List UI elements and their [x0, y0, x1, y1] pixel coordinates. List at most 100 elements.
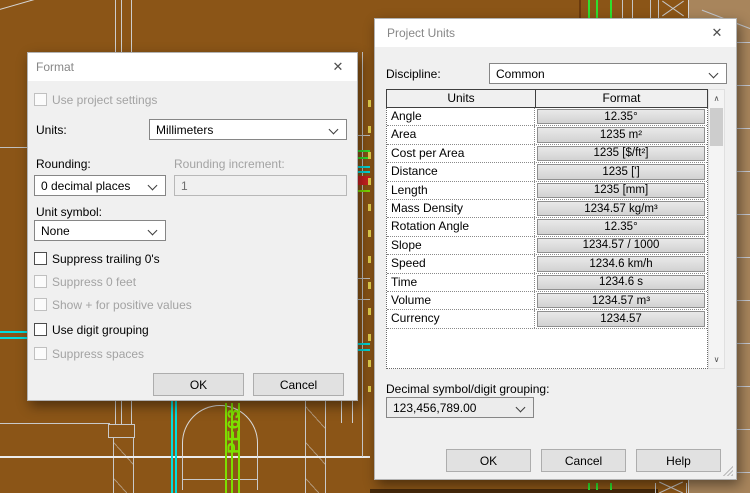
pipe-line-cyan	[175, 401, 177, 493]
table-row: Length 1235 [mm]	[387, 181, 707, 200]
pipe-line-green	[596, 0, 598, 18]
chevron-down-icon	[515, 402, 526, 413]
cancel-button[interactable]: Cancel	[541, 449, 626, 472]
project-units-titlebar[interactable]: Project Units ✕	[375, 19, 736, 47]
dashed-line-yellow	[368, 100, 371, 392]
decimal-grouping-dropdown[interactable]: 123,456,789.00	[386, 397, 534, 418]
wall-line	[341, 401, 342, 423]
checkbox-box	[34, 275, 47, 288]
cancel-button[interactable]: Cancel	[253, 373, 344, 396]
unit-name: Volume	[387, 291, 535, 310]
wall-line	[121, 401, 122, 424]
format-value-button[interactable]: 1234.6 km/h	[537, 256, 705, 272]
wall-line	[115, 401, 116, 424]
pipe-line-cyan	[0, 337, 27, 339]
table-row: Currency 1234.57	[387, 310, 707, 329]
table-row: Time 1234.6 s	[387, 273, 707, 292]
wall-line	[182, 458, 183, 490]
units-label: Units:	[36, 123, 67, 137]
wall-line	[579, 0, 581, 18]
discipline-dropdown[interactable]: Common	[489, 63, 727, 84]
pipe-line-green	[610, 483, 612, 490]
table-row: Rotation Angle 12.35°	[387, 218, 707, 237]
discipline-label: Discipline:	[386, 67, 441, 81]
wall-line	[121, 0, 122, 52]
format-column-header: Format	[535, 90, 707, 107]
table-row: Volume 1234.57 m³	[387, 291, 707, 311]
chevron-down-icon	[328, 124, 339, 135]
close-button[interactable]: ✕	[699, 20, 735, 46]
wall-line	[650, 0, 651, 18]
chevron-down-icon	[147, 180, 158, 191]
resize-grip[interactable]	[723, 466, 733, 476]
dialog-title: Format	[36, 60, 75, 74]
scroll-down-button[interactable]: ∨	[709, 351, 724, 368]
scrollbar-thumb[interactable]	[710, 108, 723, 146]
checkbox-box	[34, 347, 47, 360]
ok-button[interactable]: OK	[446, 449, 531, 472]
table-row: Distance 1235 [']	[387, 163, 707, 182]
wall-junction	[108, 424, 135, 438]
hatched-wall	[305, 401, 326, 493]
wall-line	[658, 0, 659, 18]
dialog-title: Project Units	[387, 26, 456, 40]
format-value-button[interactable]: 12.35°	[537, 109, 705, 125]
scroll-up-button[interactable]: ∧	[709, 90, 724, 107]
rounding-dropdown[interactable]: 0 decimal places	[34, 175, 166, 196]
rounding-label: Rounding:	[36, 157, 91, 171]
pipe-line-green	[588, 0, 590, 18]
door-arc	[182, 405, 258, 458]
wall-line	[622, 0, 623, 18]
format-dialog-titlebar[interactable]: Format ✕	[28, 53, 357, 81]
units-column-header: Units	[447, 91, 475, 105]
units-dropdown[interactable]: Millimeters	[149, 119, 347, 140]
checkbox-box[interactable]	[34, 252, 47, 265]
checkbox-box	[34, 93, 47, 106]
table-body: Angle 12.35° Area 1235 m² Cost per Area …	[386, 108, 708, 369]
pipe-line-cyan	[0, 331, 27, 333]
format-value-button[interactable]: 1235 m²	[537, 127, 705, 143]
rounding-increment-input	[174, 175, 347, 196]
format-dialog: Format ✕ Use project settings Units: Mil…	[27, 52, 358, 401]
unit-name: Mass Density	[387, 199, 535, 218]
format-value-button[interactable]: 1235 [mm]	[537, 182, 705, 198]
project-units-dialog: Project Units ✕ Discipline: Common Units…	[374, 18, 737, 480]
unit-name: Angle	[387, 108, 535, 126]
help-button[interactable]: Help	[636, 449, 721, 472]
format-value-button[interactable]: 1235 [']	[537, 164, 705, 180]
format-value-button[interactable]: 1234.57 m³	[537, 292, 705, 309]
unit-name: Speed	[387, 255, 535, 273]
wall-line	[131, 0, 132, 52]
format-value-button[interactable]: 1234.57 / 1000	[537, 237, 705, 254]
table-row: Slope 1234.57 / 1000	[387, 236, 707, 256]
decimal-grouping-label: Decimal symbol/digit grouping:	[386, 382, 550, 396]
pipe-line-green	[596, 483, 598, 490]
unit-name: Cost per Area	[387, 144, 535, 163]
table-row: Mass Density 1234.57 kg/m³	[387, 199, 707, 219]
rounding-increment-label: Rounding increment:	[174, 157, 285, 171]
format-value-button[interactable]: 12.35°	[537, 219, 705, 235]
format-value-button[interactable]: 1234.57	[537, 311, 705, 327]
wall-line	[0, 423, 110, 424]
wall-line	[352, 401, 353, 423]
unit-symbol-dropdown[interactable]: None	[34, 220, 166, 241]
unit-name: Time	[387, 273, 535, 291]
unit-symbol-label: Unit symbol:	[36, 205, 103, 219]
wall-line	[257, 458, 258, 490]
table-scrollbar[interactable]: ∧ ∨	[708, 89, 725, 369]
table-row: Area 1235 m²	[387, 126, 707, 145]
wall-line	[115, 0, 116, 52]
format-value-button[interactable]: 1235 [$/ft²]	[537, 145, 705, 162]
unit-name: Rotation Angle	[387, 218, 535, 236]
chevron-down-icon	[147, 225, 158, 236]
close-icon: ✕	[332, 59, 344, 74]
scroll-down-icon: ∨	[713, 355, 720, 364]
ok-button[interactable]: OK	[153, 373, 244, 396]
wall-line	[0, 147, 27, 148]
format-value-button[interactable]: 1234.6 s	[537, 274, 705, 290]
format-value-button[interactable]: 1234.57 kg/m³	[537, 200, 705, 217]
checkbox-box[interactable]	[34, 323, 47, 336]
table-row: Angle 12.35°	[387, 108, 707, 127]
wall-line	[183, 479, 257, 480]
close-button[interactable]: ✕	[320, 54, 356, 80]
